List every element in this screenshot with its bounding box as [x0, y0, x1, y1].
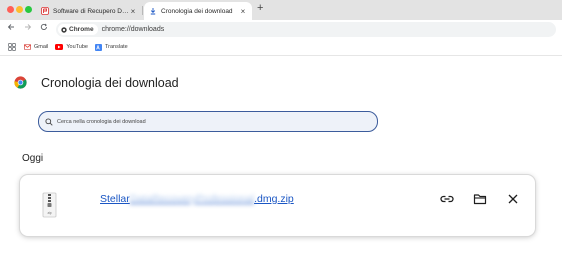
tab-close-icon[interactable]: ×: [239, 7, 247, 16]
bookmarks-bar: Gmail YouTube Translate: [0, 39, 562, 56]
tab-strip: Software di Recupero Dati, S × Cronologi…: [0, 0, 562, 20]
download-file-link[interactable]: Stellar DataRecoveryProfessional .dmg.zip: [100, 193, 294, 205]
download-favicon-icon: [149, 7, 157, 15]
tab-software-recupero[interactable]: Software di Recupero Dati, S ×: [36, 2, 142, 20]
file-name-suffix: .dmg.zip: [254, 193, 294, 205]
window-zoom-button[interactable]: [25, 6, 32, 13]
close-icon: [508, 194, 518, 204]
tab-title: Cronologia dei download: [161, 7, 233, 15]
link-icon: [440, 195, 454, 203]
file-name-redacted: DataRecoveryProfessional: [129, 193, 255, 205]
remove-from-list-button[interactable]: [505, 191, 521, 207]
window-close-button[interactable]: [7, 6, 14, 13]
bookmark-label: YouTube: [66, 44, 88, 50]
bookmark-youtube[interactable]: YouTube: [55, 44, 88, 50]
file-name-prefix: Stellar: [100, 193, 130, 205]
window-minimize-button[interactable]: [16, 6, 23, 13]
new-tab-button[interactable]: +: [257, 2, 263, 14]
bookmark-translate[interactable]: Translate: [95, 43, 128, 51]
chrome-chip[interactable]: Chrome: [58, 24, 98, 35]
show-in-folder-button[interactable]: [472, 191, 488, 207]
address-bar[interactable]: Chrome chrome://downloads: [56, 22, 556, 37]
forward-arrow-icon[interactable]: [24, 23, 32, 33]
tab-title: Software di Recupero Dati, S: [53, 7, 129, 15]
toolbar: Chrome chrome://downloads: [0, 20, 562, 39]
apps-grid-icon[interactable]: [8, 38, 16, 56]
chrome-logo-icon: [14, 76, 27, 89]
url-text[interactable]: chrome://downloads: [102, 26, 165, 33]
gmail-icon: [24, 44, 31, 50]
reload-icon[interactable]: [40, 23, 48, 33]
search-icon: [45, 117, 53, 126]
youtube-icon: [55, 44, 64, 50]
bookmark-label: Gmail: [34, 44, 49, 50]
folder-icon: [473, 194, 487, 205]
translate-icon: [95, 43, 102, 51]
download-item-card: [20, 175, 535, 236]
page-title: Cronologia dei download: [41, 76, 179, 90]
zip-file-icon: zip: [42, 192, 57, 218]
stellar-favicon-icon: [41, 7, 49, 15]
bookmark-gmail[interactable]: Gmail: [24, 44, 48, 50]
chrome-icon: [61, 26, 67, 33]
bookmark-label: Translate: [105, 44, 128, 50]
download-search-box[interactable]: [38, 111, 378, 132]
tab-close-icon[interactable]: ×: [129, 7, 137, 16]
copy-link-button[interactable]: [439, 191, 455, 207]
tab-cronologia-download[interactable]: Cronologia dei download ×: [144, 2, 252, 20]
tab-separator: [142, 6, 143, 15]
back-arrow-icon[interactable]: [7, 23, 15, 33]
file-type-caption: zip: [47, 211, 51, 215]
section-date-heading: Oggi: [22, 153, 44, 164]
search-input[interactable]: [57, 118, 357, 125]
chip-label: Chrome: [69, 26, 94, 33]
